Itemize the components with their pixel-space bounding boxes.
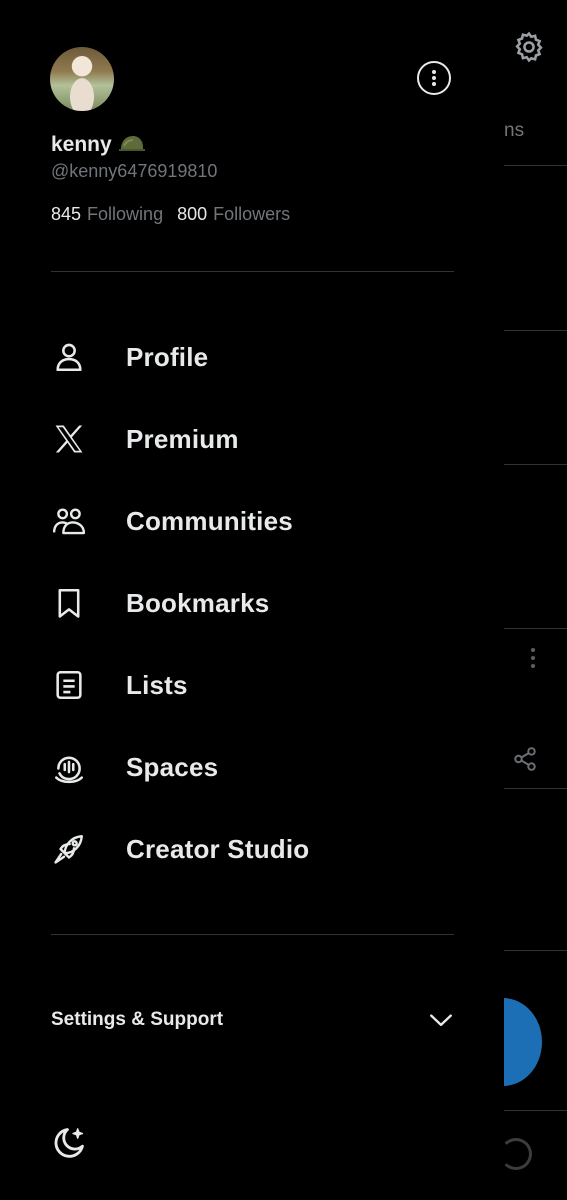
account-menu-button[interactable] [417,61,451,95]
nav-item-label: Lists [126,669,188,700]
more-dot-icon [432,70,436,74]
nav-item-creator-studio[interactable]: Creator Studio [50,819,470,879]
profile-name: kenny [51,133,112,156]
profile-handle: @kenny6476919810 [51,161,218,181]
more-dot-icon [432,76,436,80]
divider [504,950,567,951]
nav-item-profile[interactable]: Profile [50,327,470,387]
nav-item-lists[interactable]: Lists [50,655,470,715]
navigation-drawer: kenny @kenny6476919810 845 Following 800… [0,0,504,1200]
x-logo-icon [50,420,88,458]
more-dot-icon [432,82,436,86]
dark-mode-icon[interactable] [50,1124,88,1162]
nav-item-label: Creator Studio [126,833,310,864]
following-label[interactable]: Following [87,204,163,225]
nav-item-label: Spaces [126,751,219,782]
background-timeline: ns [464,0,567,1200]
nav-item-label: Communities [126,505,293,536]
list-icon [50,666,88,704]
nav-item-label: Premium [126,423,239,454]
rocket-icon [50,830,88,868]
divider [51,934,454,935]
follow-stats: 845 Following 800 Followers [51,204,298,225]
profile-name-row[interactable]: kenny [51,133,146,157]
more-vertical-icon[interactable] [528,646,538,670]
nav-item-bookmarks[interactable]: Bookmarks [50,573,470,633]
military-helmet-icon [118,136,145,151]
nav-item-spaces[interactable]: Spaces [50,737,470,797]
settings-support-toggle[interactable]: Settings & Support [51,1000,454,1040]
divider [504,1110,567,1111]
divider [504,788,567,789]
divider [504,628,567,629]
background-tab-label[interactable]: ns [504,120,524,142]
followers-label[interactable]: Followers [213,204,290,225]
followers-count[interactable]: 800 [177,204,207,225]
divider [504,330,567,331]
following-count[interactable]: 845 [51,204,81,225]
loading-spinner-icon [500,1138,532,1170]
communities-icon [50,502,88,540]
nav-item-premium[interactable]: Premium [50,409,470,469]
nav-item-communities[interactable]: Communities [50,491,470,551]
gear-icon[interactable] [512,30,546,64]
divider [504,165,567,166]
nav-item-label: Bookmarks [126,587,270,618]
avatar[interactable] [50,47,114,111]
person-icon [50,338,88,376]
spaces-icon [50,748,88,786]
divider [504,464,567,465]
nav-item-label: Profile [126,341,209,372]
bookmark-icon [50,584,88,622]
settings-support-label: Settings & Support [51,1009,224,1030]
share-icon[interactable] [512,746,538,772]
divider [51,271,454,272]
chevron-down-icon [430,1014,452,1027]
